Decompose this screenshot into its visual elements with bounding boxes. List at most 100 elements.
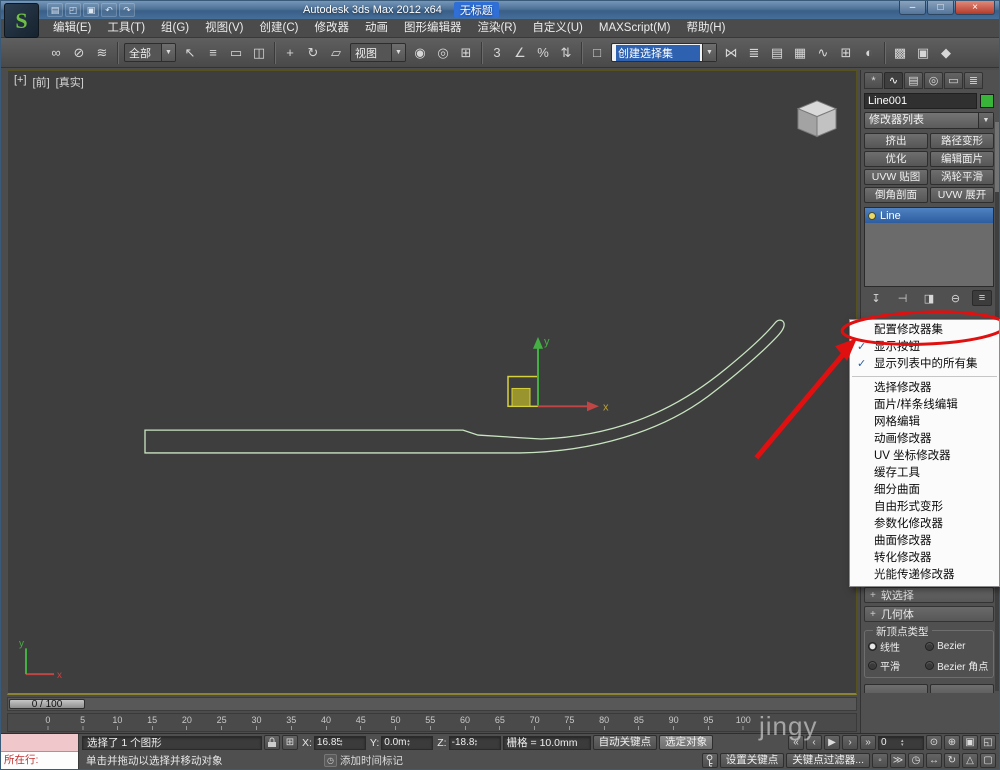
next-key-button[interactable]: ≫: [890, 753, 906, 768]
rollout-geometry[interactable]: + 几何体: [864, 606, 994, 622]
material-editor-icon[interactable]: ◐: [858, 41, 880, 65]
chevron-down-icon[interactable]: ▼: [702, 44, 716, 61]
tab-utilities-icon[interactable]: ≣: [964, 72, 983, 89]
modifier-list-dropdown[interactable]: 修改器列表 ▼: [864, 112, 994, 129]
menu-item[interactable]: 编辑(E): [45, 19, 99, 37]
rollout-soft-selection[interactable]: + 软选择: [864, 587, 994, 603]
undo-icon[interactable]: ↶: [101, 3, 117, 17]
modifier-set-button[interactable]: 编辑面片: [930, 151, 994, 167]
context-menu-item[interactable]: 配置修改器集: [850, 322, 999, 339]
percent-snap-icon[interactable]: %: [532, 41, 554, 65]
context-menu-item[interactable]: 缓存工具: [850, 465, 999, 482]
menu-item[interactable]: 修改器: [306, 19, 357, 37]
play-button[interactable]: ▶: [824, 735, 840, 750]
select-and-move-icon[interactable]: +: [279, 41, 301, 65]
mirror-icon[interactable]: ⋈: [720, 41, 742, 65]
modifier-set-button[interactable]: 挤出: [864, 133, 928, 149]
bind-to-space-warp-icon[interactable]: ≋: [91, 41, 113, 65]
context-menu-item[interactable]: 面片/样条线编辑: [850, 397, 999, 414]
layer-manager-icon[interactable]: ▤: [766, 41, 788, 65]
select-and-link-icon[interactable]: ∞: [45, 41, 67, 65]
tab-modify-icon[interactable]: ∿: [884, 72, 903, 89]
menu-item[interactable]: 工具(T): [99, 19, 153, 37]
zoom-extents-icon-button[interactable]: ▣: [962, 735, 978, 750]
key-filters-button[interactable]: 关键点过滤器...: [786, 753, 870, 768]
context-menu-item[interactable]: 动画修改器: [850, 431, 999, 448]
set-key-button[interactable]: 设置关键点: [720, 753, 785, 768]
go-to-end-button[interactable]: »: [860, 735, 876, 750]
minimize-button[interactable]: –: [899, 1, 926, 15]
object-name-field[interactable]: Line001: [864, 93, 977, 109]
application-menu-button[interactable]: S: [4, 3, 39, 38]
maximize-button[interactable]: □: [927, 1, 954, 15]
previous-frame-button[interactable]: ‹: [806, 735, 822, 750]
scrollbar-thumb[interactable]: [995, 122, 999, 192]
zoom-region-icon-button[interactable]: ◱: [980, 735, 996, 750]
pan-icon-button[interactable]: ↔: [926, 753, 942, 768]
spline-shape[interactable]: [145, 320, 784, 453]
key-mode-toggle-button[interactable]: ◦: [872, 753, 888, 768]
time-configuration-button[interactable]: ◷: [908, 753, 924, 768]
vertex-type-option[interactable]: Bezier 角点: [925, 658, 991, 673]
spinner-icon[interactable]: ▴▾: [475, 739, 498, 747]
keyboard-override-icon[interactable]: ⊞: [455, 41, 477, 65]
current-frame-field[interactable]: 0▴▾: [878, 736, 924, 750]
field-of-view-icon-button[interactable]: △: [962, 753, 978, 768]
graphite-ribbon-icon[interactable]: ▦: [789, 41, 811, 65]
auto-key-button[interactable]: 自动关键点: [593, 735, 658, 750]
vertex-type-option[interactable]: 平滑: [868, 658, 924, 673]
modifier-set-button[interactable]: 涡轮平滑: [930, 169, 994, 185]
context-menu-item[interactable]: ✓显示按钮: [850, 339, 999, 356]
render-setup-icon[interactable]: ▩: [889, 41, 911, 65]
menu-item[interactable]: 帮助(H): [678, 19, 733, 37]
edit-named-selections-icon[interactable]: □: [586, 41, 608, 65]
redo-icon[interactable]: ↷: [119, 3, 135, 17]
clipped-button[interactable]: [930, 684, 994, 693]
select-and-rotate-icon[interactable]: ↻: [302, 41, 324, 65]
rendered-frame-window-icon[interactable]: ▣: [912, 41, 934, 65]
tab-hierarchy-icon[interactable]: ▤: [904, 72, 923, 89]
remove-modifier-icon[interactable]: ⊖: [946, 290, 966, 306]
modifier-stack-list[interactable]: Line: [864, 207, 994, 287]
context-menu-item[interactable]: 自由形式变形: [850, 499, 999, 516]
viewport-menu-shading[interactable]: [真实]: [56, 74, 84, 90]
tab-display-icon[interactable]: ▭: [944, 72, 963, 89]
save-file-icon[interactable]: ▣: [83, 3, 99, 17]
modifier-set-button[interactable]: 路径变形: [930, 133, 994, 149]
add-time-tag[interactable]: ◷ 添加时间标记: [324, 753, 403, 768]
make-unique-icon[interactable]: ◨: [919, 290, 939, 306]
front-viewport[interactable]: [+] [前] [真实] y x: [7, 70, 857, 695]
time-slider-track[interactable]: 0 / 100: [7, 697, 857, 711]
menu-item[interactable]: 组(G): [153, 19, 197, 37]
y-coord-field[interactable]: 0.0mm▴▾: [381, 736, 433, 750]
context-menu-item[interactable]: 参数化修改器: [850, 516, 999, 533]
select-and-scale-icon[interactable]: ▱: [325, 41, 347, 65]
selection-filter-combo[interactable]: 全部▼: [124, 43, 176, 62]
time-ruler[interactable]: 0510152025303540455055606570758085909510…: [7, 713, 857, 732]
vertex-type-option[interactable]: Bezier: [925, 639, 991, 654]
curve-editor-icon[interactable]: ∿: [812, 41, 834, 65]
context-menu-item[interactable]: UV 坐标修改器: [850, 448, 999, 465]
zoom-all-icon-button[interactable]: ⊕: [944, 735, 960, 750]
render-production-icon[interactable]: ◆: [935, 41, 957, 65]
context-menu-item[interactable]: 细分曲面: [850, 482, 999, 499]
go-to-start-button[interactable]: «: [788, 735, 804, 750]
menu-item[interactable]: 渲染(R): [469, 19, 524, 37]
chevron-down-icon[interactable]: ▼: [391, 44, 405, 61]
select-object-icon[interactable]: ↖: [179, 41, 201, 65]
modifier-set-button[interactable]: UVW 贴图: [864, 169, 928, 185]
viewport-scene[interactable]: y x x y: [8, 71, 856, 693]
context-menu-item[interactable]: 转化修改器: [850, 550, 999, 567]
context-menu-item[interactable]: 曲面修改器: [850, 533, 999, 550]
next-frame-button[interactable]: ›: [842, 735, 858, 750]
z-coord-field[interactable]: -18.867mm▴▾: [449, 736, 501, 750]
viewport-label[interactable]: [+] [前] [真实]: [14, 74, 84, 90]
move-gizmo[interactable]: y x: [508, 336, 609, 413]
selection-lock-button[interactable]: [264, 735, 280, 750]
modifier-set-button[interactable]: 优化: [864, 151, 928, 167]
object-color-swatch[interactable]: [980, 94, 994, 108]
macro-recorder-row[interactable]: [1, 734, 78, 752]
menu-item[interactable]: 自定义(U): [524, 19, 590, 37]
menu-item[interactable]: 动画: [357, 19, 396, 37]
angle-snap-icon[interactable]: ∠: [509, 41, 531, 65]
